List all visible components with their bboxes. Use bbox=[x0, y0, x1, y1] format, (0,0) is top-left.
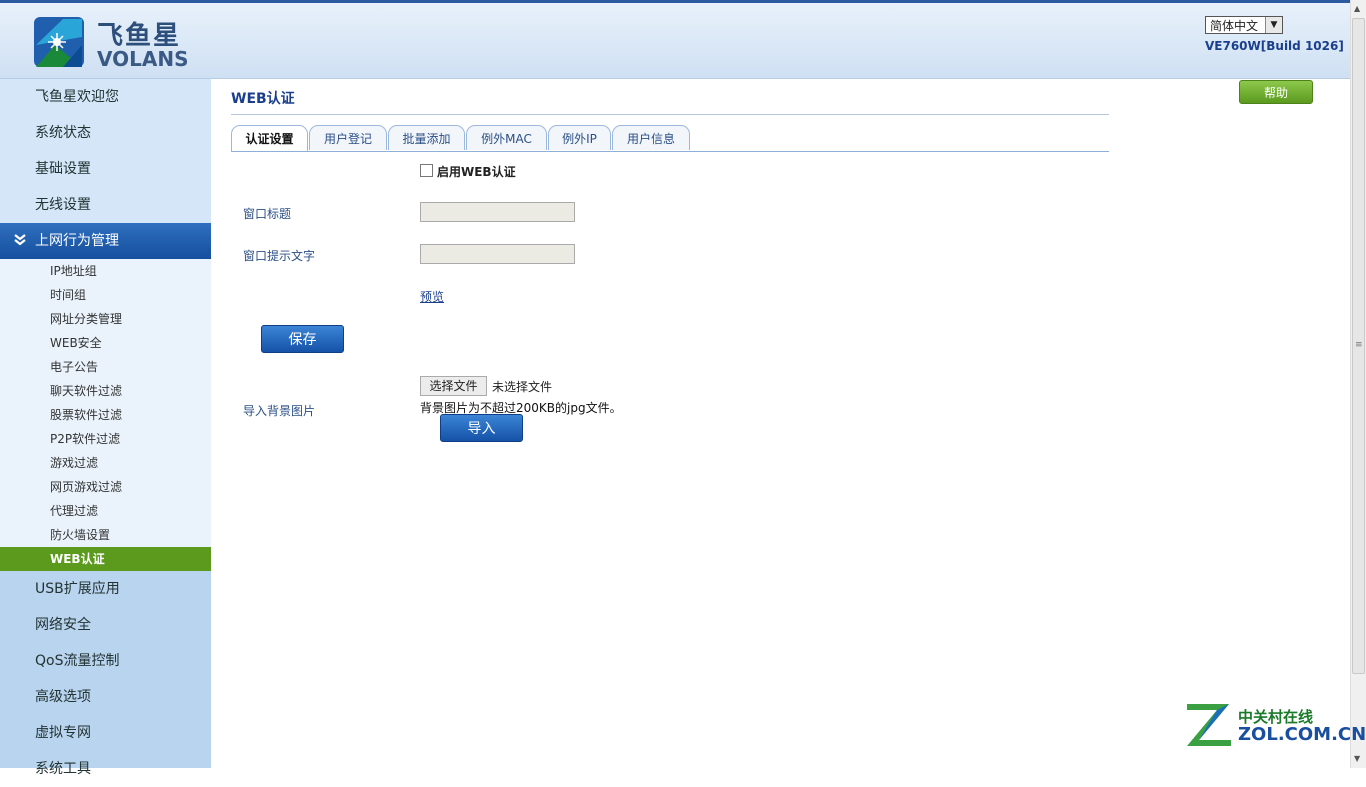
window-tip-input[interactable] bbox=[420, 244, 575, 264]
window-tip-label: 窗口提示文字 bbox=[243, 249, 316, 263]
save-button[interactable]: 保存 bbox=[261, 325, 344, 353]
header: 飞鱼星 VOLANS 简体中文 ▼ VE760W[Build 1026] bbox=[0, 3, 1350, 79]
file-status: 未选择文件 bbox=[492, 380, 553, 394]
sidebar-item-vpn[interactable]: 虚拟专网 bbox=[0, 715, 211, 751]
sidebar-item-welcome[interactable]: 飞鱼星欢迎您 bbox=[0, 79, 211, 115]
sidebar-item-wireless-settings[interactable]: 无线设置 bbox=[0, 187, 211, 223]
sidebar-subitem-time-group[interactable]: 时间组 bbox=[0, 283, 211, 307]
import-bg-label: 导入背景图片 bbox=[243, 404, 316, 418]
sidebar-subitem-web-security[interactable]: WEB安全 bbox=[0, 331, 211, 355]
sidebar-subitem-web-auth[interactable]: WEB认证 bbox=[0, 547, 211, 571]
sidebar-item-label: 上网行为管理 bbox=[35, 233, 119, 249]
scroll-grip-icon: ≡ bbox=[1355, 340, 1363, 350]
sidebar-item-qos[interactable]: QoS流量控制 bbox=[0, 643, 211, 679]
sidebar-item-system-status[interactable]: 系统状态 bbox=[0, 115, 211, 151]
double-chevron-down-icon bbox=[14, 223, 26, 259]
sidebar-subitem-stock-filter[interactable]: 股票软件过滤 bbox=[0, 403, 211, 427]
zol-watermark: 中关村在线 ZOL.COM.CN bbox=[1185, 700, 1366, 750]
tab-except-ip[interactable]: 例外IP bbox=[548, 125, 611, 150]
sidebar: 飞鱼星欢迎您 系统状态 基础设置 无线设置 上网行为管理 IP地址组 时间组 网… bbox=[0, 79, 211, 777]
tab-except-mac[interactable]: 例外MAC bbox=[466, 125, 547, 150]
language-select-value: 简体中文 bbox=[1210, 19, 1259, 33]
watermark-en: ZOL.COM.CN bbox=[1238, 724, 1366, 745]
main-content: WEB认证 帮助 认证设置 用户登记 批量添加 例外MAC 例外IP 用户信息 … bbox=[231, 79, 1331, 759]
window-title-input[interactable] bbox=[420, 202, 575, 222]
sidebar-subitem-e-bulletin[interactable]: 电子公告 bbox=[0, 355, 211, 379]
sidebar-subitem-url-category[interactable]: 网址分类管理 bbox=[0, 307, 211, 331]
sidebar-item-basic-settings[interactable]: 基础设置 bbox=[0, 151, 211, 187]
page-title: WEB认证 bbox=[231, 91, 295, 107]
sidebar-subitem-proxy-filter[interactable]: 代理过滤 bbox=[0, 499, 211, 523]
volans-logo: 飞鱼星 VOLANS bbox=[33, 15, 193, 71]
tab-batch-add[interactable]: 批量添加 bbox=[388, 125, 465, 150]
tab-user-register[interactable]: 用户登记 bbox=[309, 125, 387, 150]
scroll-up-icon[interactable]: ▲ bbox=[1354, 4, 1360, 13]
sidebar-subitem-game-filter[interactable]: 游戏过滤 bbox=[0, 451, 211, 475]
enable-web-auth-row: 启用WEB认证 bbox=[420, 163, 516, 180]
sidebar-subitem-p2p-filter[interactable]: P2P软件过滤 bbox=[0, 427, 211, 451]
import-button[interactable]: 导入 bbox=[440, 414, 523, 442]
vertical-scrollbar[interactable]: ▲ ≡ ▼ bbox=[1350, 0, 1366, 768]
sidebar-item-usb[interactable]: USB扩展应用 bbox=[0, 571, 211, 607]
sidebar-subitem-chat-filter[interactable]: 聊天软件过滤 bbox=[0, 379, 211, 403]
sidebar-submenu: IP地址组 时间组 网址分类管理 WEB安全 电子公告 聊天软件过滤 股票软件过… bbox=[0, 259, 211, 571]
sidebar-item-advanced[interactable]: 高级选项 bbox=[0, 679, 211, 715]
sidebar-subitem-webgame-filter[interactable]: 网页游戏过滤 bbox=[0, 475, 211, 499]
language-select[interactable]: 简体中文 ▼ bbox=[1205, 16, 1283, 34]
firmware-version: VE760W[Build 1026] bbox=[1205, 39, 1344, 53]
help-button[interactable]: 帮助 bbox=[1239, 80, 1313, 104]
tab-bar: 认证设置 用户登记 批量添加 例外MAC 例外IP 用户信息 bbox=[231, 125, 1109, 152]
window-title-label: 窗口标题 bbox=[243, 207, 292, 221]
enable-web-auth-checkbox[interactable] bbox=[420, 164, 433, 177]
sidebar-item-network-security[interactable]: 网络安全 bbox=[0, 607, 211, 643]
tab-user-info[interactable]: 用户信息 bbox=[612, 125, 690, 150]
sidebar-subitem-firewall[interactable]: 防火墙设置 bbox=[0, 523, 211, 547]
sidebar-subitem-ip-group[interactable]: IP地址组 bbox=[0, 259, 211, 283]
scroll-down-icon[interactable]: ▼ bbox=[1354, 754, 1360, 763]
brand-latin: VOLANS bbox=[97, 47, 189, 71]
preview-link[interactable]: 预览 bbox=[420, 288, 444, 305]
zol-logo-icon bbox=[1187, 704, 1231, 746]
sidebar-item-system-tools[interactable]: 系统工具 bbox=[0, 751, 211, 787]
title-divider bbox=[231, 114, 1109, 115]
sidebar-item-behavior-management[interactable]: 上网行为管理 bbox=[0, 223, 211, 259]
tab-auth-settings[interactable]: 认证设置 bbox=[231, 125, 308, 151]
sidebar-lower-nav: USB扩展应用 网络安全 QoS流量控制 高级选项 虚拟专网 系统工具 bbox=[0, 571, 211, 777]
choose-file-button[interactable]: 选择文件 bbox=[420, 376, 487, 396]
enable-web-auth-label: 启用WEB认证 bbox=[437, 165, 516, 179]
chevron-down-icon[interactable]: ▼ bbox=[1265, 17, 1282, 33]
